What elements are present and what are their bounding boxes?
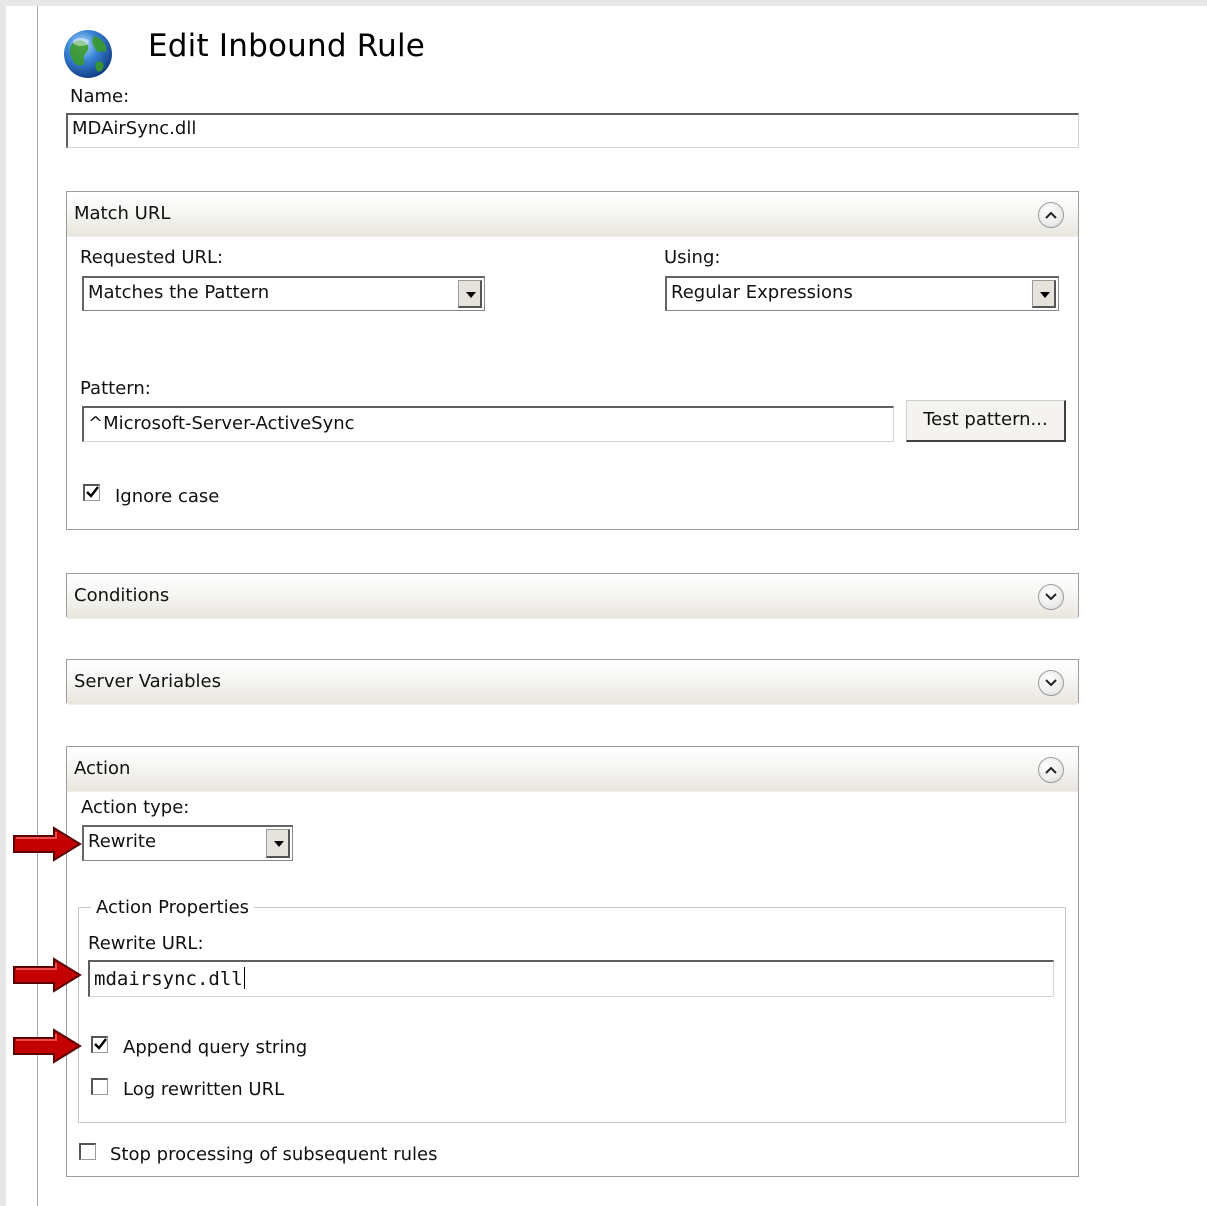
server-variables-title: Server Variables xyxy=(74,671,222,692)
using-value: Regular Expressions xyxy=(671,282,853,303)
requested-url-label: Requested URL: xyxy=(80,247,224,268)
pattern-label: Pattern: xyxy=(80,378,151,399)
conditions-header[interactable]: Conditions xyxy=(67,574,1078,619)
action-type-value: Rewrite xyxy=(88,831,157,852)
match-url-title: Match URL xyxy=(74,203,171,224)
rewrite-url-label: Rewrite URL: xyxy=(88,933,204,954)
window-left-border xyxy=(0,0,6,1206)
action-type-select[interactable]: Rewrite xyxy=(82,825,293,861)
requested-url-select[interactable]: Matches the Pattern xyxy=(82,276,485,311)
red-arrow-icon xyxy=(13,957,82,993)
name-label: Name: xyxy=(70,86,130,107)
chevron-up-icon[interactable] xyxy=(1038,757,1064,783)
red-arrow-icon xyxy=(13,1028,82,1064)
action-type-label: Action type: xyxy=(81,797,190,818)
pattern-input[interactable]: ^Microsoft-Server-ActiveSync xyxy=(82,406,894,442)
using-label: Using: xyxy=(664,247,721,268)
conditions-title: Conditions xyxy=(74,585,170,606)
pane-divider xyxy=(37,6,38,1206)
stop-processing-checkbox[interactable] xyxy=(79,1143,96,1160)
globe-icon xyxy=(64,30,112,78)
requested-url-value: Matches the Pattern xyxy=(88,282,270,303)
dropdown-arrow-icon[interactable] xyxy=(1032,280,1056,308)
window-top-border xyxy=(0,0,1207,6)
match-url-section: Match URL xyxy=(66,191,1079,530)
test-pattern-button[interactable]: Test pattern... xyxy=(906,400,1066,442)
action-properties-legend: Action Properties xyxy=(91,897,255,918)
action-title: Action xyxy=(74,758,131,779)
chevron-down-icon[interactable] xyxy=(1038,670,1064,696)
using-select[interactable]: Regular Expressions xyxy=(665,276,1059,311)
log-rewritten-checkbox[interactable] xyxy=(91,1078,108,1095)
stop-processing-label[interactable]: Stop processing of subsequent rules xyxy=(110,1144,437,1165)
conditions-section: Conditions xyxy=(66,573,1079,619)
name-input[interactable]: MDAirSync.dll xyxy=(66,113,1079,148)
ignore-case-label[interactable]: Ignore case xyxy=(115,486,219,507)
action-header[interactable]: Action xyxy=(67,747,1078,792)
dropdown-arrow-icon[interactable] xyxy=(458,280,482,308)
text-caret xyxy=(243,967,245,989)
dialog-title: Edit Inbound Rule xyxy=(148,28,426,64)
server-variables-header[interactable]: Server Variables xyxy=(67,660,1078,705)
match-url-header[interactable]: Match URL xyxy=(67,192,1078,237)
chevron-down-icon[interactable] xyxy=(1038,584,1064,610)
append-query-label[interactable]: Append query string xyxy=(123,1037,307,1058)
rewrite-url-input[interactable]: mdairsync.dll xyxy=(88,960,1054,997)
chevron-up-icon[interactable] xyxy=(1038,202,1064,228)
ignore-case-checkbox[interactable] xyxy=(83,484,100,501)
red-arrow-icon xyxy=(13,826,82,862)
server-variables-section: Server Variables xyxy=(66,659,1079,705)
rewrite-url-value: mdairsync.dll xyxy=(94,968,243,990)
append-query-checkbox[interactable] xyxy=(91,1036,108,1053)
log-rewritten-label[interactable]: Log rewritten URL xyxy=(123,1079,284,1100)
dropdown-arrow-icon[interactable] xyxy=(266,829,290,858)
